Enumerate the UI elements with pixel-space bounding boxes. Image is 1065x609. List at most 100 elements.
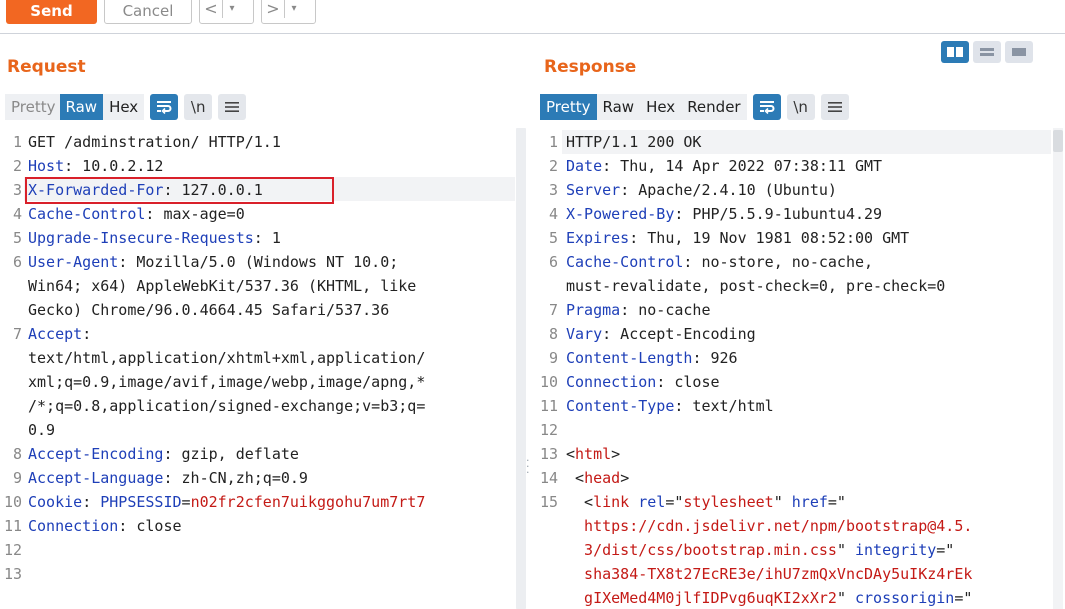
header-value: : [82,493,101,511]
line-number: 7 [12,325,22,343]
code-token: =" [936,541,955,559]
code-token: gIXeMed4M0jlfIDPvg6uqKI2xXr2 [566,589,837,607]
header-name: Accept-Language [28,469,164,487]
line-number: 6 [12,253,22,271]
back-dropdown-icon[interactable]: ▾ [223,0,241,24]
back-arrow-icon[interactable]: < [200,0,222,24]
response-editor[interactable]: 1 HTTP/1.1 200 OK 2 Date: Thu, 14 Apr 2022 … [536,128,1052,609]
line-number: 3 [548,181,558,199]
header-name: User-Agent [28,253,119,271]
code-line: Content-Length: 926 [566,346,738,370]
newline-toggle-button[interactable]: \n [786,94,815,120]
history-forward-group[interactable]: > ▾ [261,0,316,24]
cancel-button[interactable]: Cancel [104,0,192,24]
response-tabbar: Pretty Raw Hex Render \n [540,92,849,122]
code-token: stylesheet [683,493,774,511]
code-token: html [575,445,612,463]
tab-hex[interactable]: Hex [103,94,145,120]
header-value: GET /adminstration/ HTTP/1.1 [28,133,281,151]
newline-toggle-button[interactable]: \n [184,94,213,120]
header-value: : PHP/5.5.9-1ubuntu4.29 [674,205,883,223]
tab-raw[interactable]: Raw [59,94,104,120]
header-name: Content-Type [566,397,675,415]
scrollbar-thumb[interactable] [1053,130,1063,152]
header-name: Accept [28,325,83,343]
cookie-separator: = [181,493,191,511]
tab-render[interactable]: Render [681,94,747,120]
code-line: text/html,application/xhtml+xml,applicat… [28,346,425,370]
hamburger-menu-icon[interactable] [218,94,247,120]
code-line: sha384-TX8t27EcRE3e/ihU7zmQxVncDAy5uIKz4… [566,562,972,586]
layout-toggle-group [941,41,1033,63]
cookie-value: n02fr2cfen7uikggohu7um7rt7 [190,493,426,511]
code-line: Accept-Language: zh-CN,zh;q=0.9 [28,466,308,490]
code-line: Date: Thu, 14 Apr 2022 07:38:11 GMT [566,154,882,178]
code-line: gIXeMed4M0jlfIDPvg6uqKI2xXr2" crossorigi… [566,586,972,609]
header-value: 0.9 [28,421,56,439]
code-line: Cache-Control: no-store, no-cache, [566,250,873,274]
send-button[interactable]: Send [6,0,97,24]
header-value: xml;q=0.9,image/avif,image/webp,image/ap… [28,373,426,391]
header-value: : no-cache [620,301,711,319]
header-value: : gzip, deflate [163,445,299,463]
header-name: Date [566,157,603,175]
header-value: text/html,application/xhtml+xml,applicat… [28,349,426,367]
code-line: Pragma: no-cache [566,298,711,322]
layout-single-icon[interactable] [1005,41,1033,63]
tab-pretty[interactable]: Pretty [5,94,60,120]
response-scrollbar[interactable] [1053,128,1063,609]
scrollbar-thumb[interactable] [516,128,526,609]
code-line: User-Agent: Mozilla/5.0 (Windows NT 10.0… [28,250,398,274]
request-tabbar: Pretty Raw Hex \n [5,92,247,122]
line-number: 12 [3,541,22,559]
code-token: > [611,445,621,463]
code-line: Content-Type: text/html [566,394,774,418]
header-value: /*;q=0.8,application/signed-exchange;v=b… [28,397,426,415]
header-name: Content-Length [566,349,693,367]
header-value: HTTP/1.1 200 OK [566,133,702,151]
forward-dropdown-icon[interactable]: ▾ [285,0,303,24]
code-line: GET /adminstration/ HTTP/1.1 [28,130,281,154]
code-token: < [566,445,576,463]
highlight-annotation-box [25,177,334,204]
header-value: : Mozilla/5.0 (Windows NT 10.0; [118,253,399,271]
wrap-lines-icon[interactable] [752,94,781,120]
line-number: 15 [539,493,558,511]
fold-marker-icon[interactable]: · · · [526,455,530,478]
header-value: : zh-CN,zh;q=0.9 [163,469,308,487]
layout-stacked-icon[interactable] [973,41,1001,63]
header-value: : no-store, no-cache, [683,253,874,271]
tab-raw[interactable]: Raw [596,94,641,120]
hamburger-menu-icon[interactable] [820,94,849,120]
header-name: Cache-Control [28,205,146,223]
history-back-group[interactable]: < ▾ [199,0,254,24]
layout-side-by-side-icon[interactable] [941,41,969,63]
tab-pretty[interactable]: Pretty [540,94,597,120]
header-name: Cookie [28,493,83,511]
code-token: =" [954,589,973,607]
header-name: Connection [28,517,119,535]
line-number: 10 [3,493,22,511]
code-line: <link rel="stylesheet" href=" [566,490,846,514]
response-panel-title: Response [544,57,637,77]
header-name: Vary [566,325,603,343]
code-line: Cache-Control: max-age=0 [28,202,245,226]
code-token: =" [827,493,846,511]
header-name: Expires [566,229,630,247]
wrap-lines-icon[interactable] [150,94,179,120]
line-number: 9 [12,469,22,487]
line-number: 5 [12,229,22,247]
cookie-name: PHPSESSID [100,493,182,511]
line-number: 2 [12,157,22,175]
tab-hex[interactable]: Hex [640,94,682,120]
header-name: X-Powered-By [566,205,675,223]
request-panel-title: Request [7,57,86,77]
code-line: Gecko) Chrome/96.0.4664.45 Safari/537.36 [28,298,389,322]
forward-arrow-icon[interactable]: > [262,0,284,24]
code-token: " [836,589,855,607]
header-value: : close [656,373,720,391]
code-line: Upgrade-Insecure-Requests: 1 [28,226,281,250]
code-token: 3/dist/css/bootstrap.min.css [566,541,837,559]
line-number: 7 [548,301,558,319]
request-scrollbar[interactable] [516,128,526,609]
